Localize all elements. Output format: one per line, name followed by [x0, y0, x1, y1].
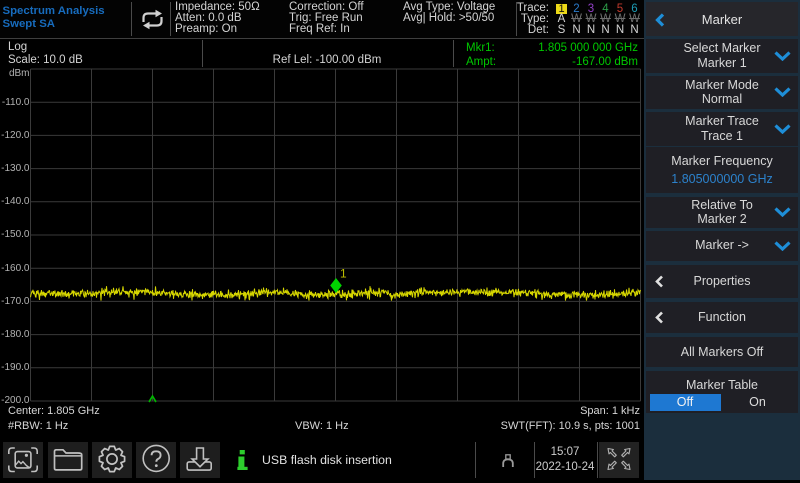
svg-text:1: 1	[340, 267, 347, 281]
